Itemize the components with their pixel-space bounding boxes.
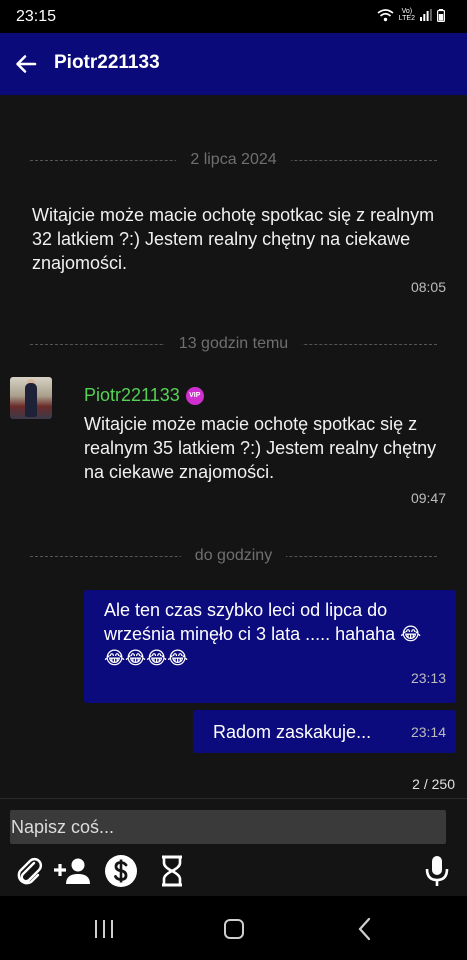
date-divider-label: 2 lipca 2024 bbox=[176, 151, 291, 168]
message-text: Ale ten czas szybko leci od lipca do wrz… bbox=[104, 600, 422, 668]
message-incoming[interactable]: Witajcie może macie ochotę spotkac się z… bbox=[32, 203, 446, 295]
battery-icon bbox=[437, 8, 445, 22]
chat-messages[interactable]: 2 lipca 2024 Witajcie może macie ochotę … bbox=[0, 95, 467, 798]
message-time: 08:05 bbox=[410, 279, 446, 295]
status-icons: Vo) LTE2 bbox=[377, 8, 445, 22]
date-divider: 13 godzin temu bbox=[30, 334, 437, 354]
message-time: 23:13 bbox=[410, 670, 446, 686]
sender-name[interactable]: Piotr221133 VIP bbox=[84, 385, 446, 406]
message-outgoing[interactable]: Ale ten czas szybko leci od lipca do wrz… bbox=[84, 590, 456, 703]
recent-apps-icon[interactable] bbox=[89, 916, 119, 942]
microphone-icon[interactable] bbox=[420, 854, 454, 888]
dollar-coin-icon[interactable] bbox=[104, 854, 138, 888]
system-navigation-bar bbox=[0, 896, 467, 960]
hourglass-icon[interactable] bbox=[155, 854, 189, 888]
sender-avatar[interactable] bbox=[10, 377, 52, 419]
message-text: Witajcie może macie ochotę spotkac się z… bbox=[32, 205, 435, 273]
signal-icon bbox=[420, 9, 432, 21]
date-divider-label: do godziny bbox=[180, 547, 287, 564]
status-bar: 23:15 Vo) LTE2 bbox=[0, 0, 467, 33]
wifi-icon bbox=[377, 9, 394, 22]
character-counter: 2 / 250 bbox=[412, 776, 455, 792]
status-time: 23:15 bbox=[16, 8, 57, 25]
message-input[interactable]: Napisz coś... bbox=[10, 810, 446, 844]
add-friend-icon[interactable] bbox=[52, 854, 92, 888]
lte-label-top: Vo) bbox=[401, 8, 413, 15]
message-text: Radom zaskakuje... bbox=[213, 722, 372, 742]
message-outgoing[interactable]: Radom zaskakuje... 23:14 bbox=[193, 710, 456, 753]
back-arrow-icon[interactable] bbox=[14, 52, 38, 76]
date-divider: 2 lipca 2024 bbox=[30, 150, 437, 170]
message-time: 23:14 bbox=[410, 724, 446, 740]
sender-name-text: Piotr221133 bbox=[84, 385, 180, 405]
lte-indicator: Vo) LTE2 bbox=[399, 8, 415, 22]
back-nav-icon[interactable] bbox=[350, 916, 380, 942]
vip-badge: VIP bbox=[185, 386, 204, 405]
date-divider: do godziny bbox=[30, 546, 437, 566]
home-icon[interactable] bbox=[219, 916, 249, 942]
lte-label-bottom: LTE2 bbox=[398, 15, 415, 22]
message-composer: Napisz coś... bbox=[0, 798, 467, 897]
conversation-title[interactable]: Piotr221133 bbox=[54, 52, 160, 74]
attachment-icon[interactable] bbox=[12, 854, 46, 888]
message-time: 09:47 bbox=[410, 490, 446, 506]
app-bar: Piotr221133 bbox=[0, 33, 467, 95]
date-divider-label: 13 godzin temu bbox=[164, 335, 303, 352]
message-incoming[interactable]: Piotr221133 VIP Witajcie może macie ocho… bbox=[84, 385, 446, 506]
message-text: Witajcie może macie ochotę spotkac się z… bbox=[84, 414, 437, 482]
